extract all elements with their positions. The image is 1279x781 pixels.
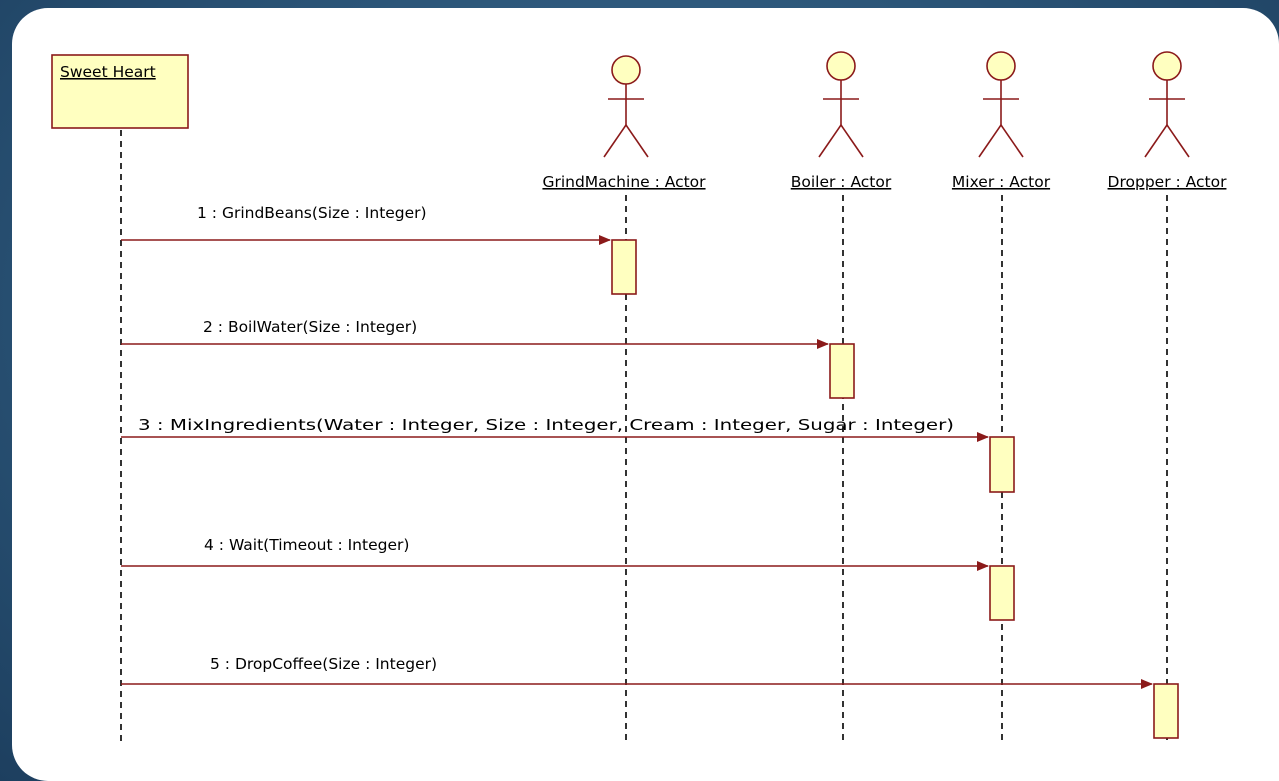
object-label: Sweet Heart (60, 63, 156, 81)
message-3[interactable]: 3 : MixIngredients(Water : Integer, Size… (121, 416, 989, 442)
activation-dropper (1153, 683, 1179, 739)
object-sweet-heart[interactable]: Sweet Heart (51, 54, 189, 129)
message-label: 2 : BoilWater(Size : Integer) (203, 318, 417, 336)
activation-mixer-2 (989, 565, 1015, 621)
activation-grindmachine (611, 239, 637, 295)
message-label: 4 : Wait(Timeout : Integer) (204, 536, 409, 554)
activation-boiler (829, 343, 855, 399)
message-label: 3 : MixIngredients(Water : Integer, Size… (138, 416, 954, 434)
actor-icon (978, 51, 1024, 158)
activation-mixer-1 (989, 436, 1015, 493)
message-2[interactable]: 2 : BoilWater(Size : Integer) (121, 318, 829, 349)
message-5[interactable]: 5 : DropCoffee(Size : Integer) (121, 655, 1153, 689)
message-label: 1 : GrindBeans(Size : Integer) (197, 204, 427, 222)
actor-icon (1144, 51, 1190, 158)
sequence-diagram: Sweet Heart GrindMachine : Actor Boiler … (51, 51, 1228, 745)
actor-grindmachine[interactable]: GrindMachine : Actor (542, 55, 706, 191)
actor-boiler[interactable]: Boiler : Actor (791, 51, 892, 191)
actor-label: GrindMachine : Actor (542, 173, 706, 191)
actor-label: Mixer : Actor (952, 173, 1051, 191)
actor-dropper[interactable]: Dropper : Actor (1108, 51, 1228, 191)
message-1[interactable]: 1 : GrindBeans(Size : Integer) (121, 204, 611, 245)
actor-label: Boiler : Actor (791, 173, 892, 191)
actor-label: Dropper : Actor (1108, 173, 1228, 191)
actor-icon (818, 51, 864, 158)
message-label: 5 : DropCoffee(Size : Integer) (210, 655, 437, 673)
message-4[interactable]: 4 : Wait(Timeout : Integer) (121, 536, 989, 571)
actor-icon (603, 55, 649, 158)
actor-mixer[interactable]: Mixer : Actor (952, 51, 1051, 191)
